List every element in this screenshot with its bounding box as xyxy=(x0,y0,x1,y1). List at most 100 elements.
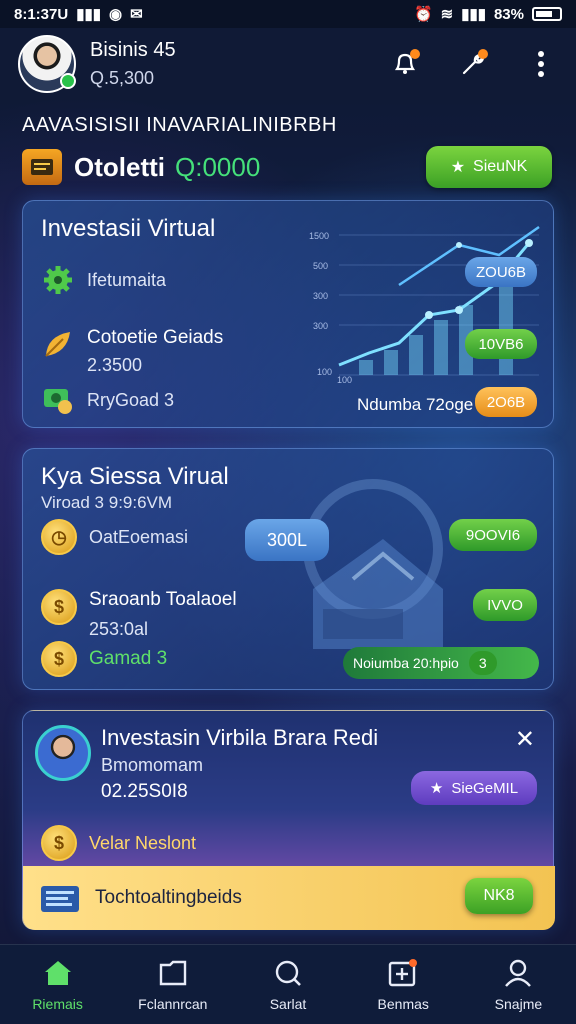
row-label: Velar Neslont xyxy=(89,832,197,853)
house-illustration-icon xyxy=(303,479,443,649)
row-label: Ifetumaita xyxy=(87,269,167,290)
tick-label: 300 xyxy=(313,291,328,301)
leaf-icon xyxy=(45,332,70,357)
balance-value: Q:0000 xyxy=(175,151,261,182)
nav-label: Snajme xyxy=(494,995,543,1012)
list-item[interactable]: ◷ OatEoemasi xyxy=(41,519,188,555)
mail-icon: ✉ xyxy=(130,6,143,23)
status-bar: 8:1:37U ▮▮▮ ◉ ✉ ⏰ ≋ ▮▮▮ 83% xyxy=(0,0,576,28)
more-menu-button[interactable] xyxy=(524,47,558,81)
nav-home[interactable]: Riemais xyxy=(0,945,115,1024)
coin-icon: $ xyxy=(41,641,77,677)
banner-button-label: NK8 xyxy=(483,887,515,904)
tick-label: 100 xyxy=(317,367,332,377)
clock-coin-icon: ◷ xyxy=(41,519,77,555)
nav-calendar[interactable]: Benmas xyxy=(346,945,461,1024)
footer-text: Noiumba 20:hpio xyxy=(353,655,459,671)
nav-folder[interactable]: Fclannrcan xyxy=(115,945,230,1024)
online-indicator xyxy=(60,73,76,89)
list-item[interactable]: $ Sraoanb Toalaoel 253:0al xyxy=(41,589,237,640)
document-chart-icon xyxy=(41,886,79,912)
card-title: Kya Siessa Virual xyxy=(41,463,229,490)
wifi-icon: ≋ xyxy=(440,6,454,23)
tick-label: 1500 xyxy=(309,231,329,241)
virtual-asset-card[interactable]: Kya Siessa Virual Viroad 3 9:9:6VM ◷ Oat… xyxy=(22,448,554,690)
bottom-navigation: Riemais Fclannrcan Sarlat Benmas Snajme xyxy=(0,944,576,1024)
card-title: Investasin Virbila Brara Redi xyxy=(101,725,379,750)
user-name: Bisinis 45 xyxy=(90,39,176,61)
row-label: Sraoanb Toalaoel xyxy=(89,589,237,610)
star-icon: ★ xyxy=(429,780,444,797)
avatar xyxy=(35,725,91,781)
list-item[interactable]: $ Velar Neslont xyxy=(41,825,196,861)
coin-icon: $ xyxy=(41,589,77,625)
list-item[interactable]: $ Gamad 3 xyxy=(41,641,167,677)
card-amount: 02.25S0I8 xyxy=(101,781,188,802)
footer-pill-value: 3 xyxy=(468,651,497,675)
promo-card[interactable]: Investasin Virbila Brara Redi ✕ Bmomomam… xyxy=(22,710,555,930)
notification-icon: ◉ xyxy=(108,6,123,23)
balance-action-button[interactable]: ★ SieuNK xyxy=(426,146,552,188)
growth-chart: 1500 500 300 300 100 100 xyxy=(309,225,540,385)
value-pill[interactable]: 9OOVI6 xyxy=(449,519,537,551)
tools-badge xyxy=(478,49,488,59)
footer-pill[interactable]: Noiumba 20:hpio 3 xyxy=(343,647,539,679)
tick-label: 500 xyxy=(313,261,328,271)
notification-badge xyxy=(410,49,420,59)
nav-label: Benmas xyxy=(377,995,429,1012)
battery-percent: 83% xyxy=(493,5,524,23)
value-pill[interactable]: 300L xyxy=(245,519,329,561)
value-pill[interactable]: 10VB6 xyxy=(465,329,537,359)
notifications-button[interactable] xyxy=(388,47,422,81)
tools-button[interactable] xyxy=(456,47,490,81)
value-pill[interactable]: IVVO xyxy=(473,589,537,621)
row-label: Gamad 3 xyxy=(89,648,168,669)
list-item[interactable]: RryGoad 3 xyxy=(41,383,174,417)
value-pill[interactable]: ZOU6B xyxy=(465,257,537,287)
avatar[interactable] xyxy=(18,35,76,93)
card-subtitle: Bmomomam xyxy=(101,755,204,775)
battery-icon xyxy=(532,7,562,21)
nav-search[interactable]: Sarlat xyxy=(230,945,345,1024)
folder-icon xyxy=(159,960,186,985)
balance-label: Otoletti xyxy=(74,151,165,182)
app-header: Bisinis 45 Q.5,300 xyxy=(0,28,576,100)
promo-action-label: SieGeMIL xyxy=(451,779,519,797)
money-icon xyxy=(44,389,72,414)
promo-action-button[interactable]: ★ SieGeMIL xyxy=(411,771,537,805)
star-icon: ★ xyxy=(450,159,466,176)
balance-row: Otoletti Q:0000 ★ SieuNK xyxy=(22,144,552,190)
list-item[interactable]: Ifetumaita xyxy=(41,263,166,297)
row-label: OatEoemasi xyxy=(89,526,189,547)
tick-label: 300 xyxy=(313,321,328,331)
banner-button[interactable]: NK8 xyxy=(465,878,533,914)
home-icon xyxy=(44,960,71,985)
close-icon[interactable]: ✕ xyxy=(515,725,535,754)
user-balance: Q.5,300 xyxy=(90,68,155,88)
search-icon xyxy=(275,960,301,986)
nav-profile[interactable]: Snajme xyxy=(461,945,576,1024)
signal-icon: ▮▮▮ xyxy=(76,6,101,23)
coin-icon: $ xyxy=(41,825,77,861)
tick-label: 100 xyxy=(337,375,352,385)
value-pill[interactable]: 2O6B xyxy=(475,387,537,417)
banner-label: Tochtoaltingbeids xyxy=(95,887,242,908)
row-value: 2.3500 xyxy=(87,355,143,375)
user-info: Bisinis 45 Q.5,300 xyxy=(90,39,176,89)
virtual-investment-card[interactable]: Investasii Virtual Ifetumaita Cotoetie G… xyxy=(22,200,554,428)
list-item[interactable]: Cotoetie Geiads 2.3500 xyxy=(41,327,223,376)
row-value: 253:0al xyxy=(89,619,149,639)
balance-action-label: SieuNK xyxy=(473,158,528,175)
nav-label: Riemais xyxy=(32,995,83,1012)
cell-signal-icon: ▮▮▮ xyxy=(461,6,486,23)
clock: 8:1:37U xyxy=(14,5,69,23)
calendar-icon xyxy=(389,958,418,986)
row-label: RryGoad 3 xyxy=(87,389,175,410)
nav-label: Fclannrcan xyxy=(138,995,208,1012)
alarm-icon: ⏰ xyxy=(413,6,433,23)
row-label: Cotoetie Geiads xyxy=(87,327,224,348)
nav-label: Sarlat xyxy=(269,995,307,1012)
user-icon xyxy=(505,959,532,987)
promo-banner[interactable]: Tochtoaltingbeids NK8 xyxy=(23,866,555,930)
wallet-icon xyxy=(22,149,62,185)
